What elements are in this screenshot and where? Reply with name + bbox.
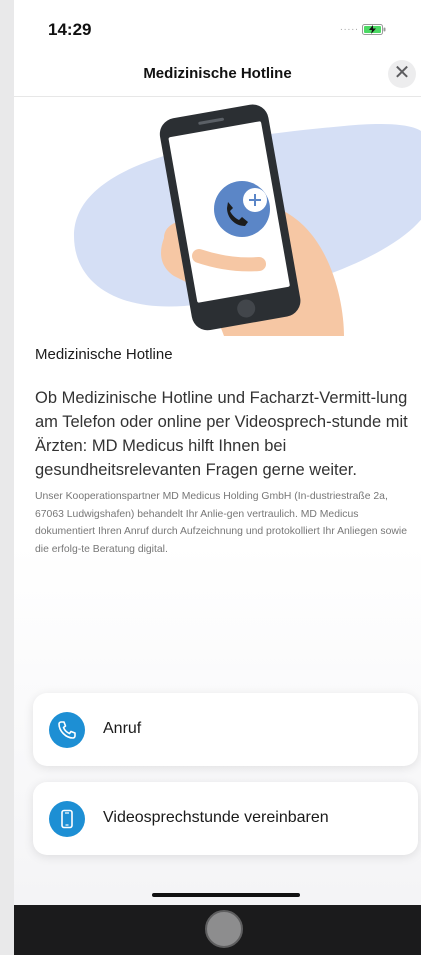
hotline-illustration [74, 104, 421, 336]
video-consultation-label: Videosprechstunde vereinbaren [103, 809, 329, 826]
close-button[interactable]: ✕ [388, 60, 416, 88]
home-indicator [152, 893, 300, 897]
status-bar: 14:29 ..... [14, 0, 421, 46]
app-screen: 14:29 ..... Medizinische Hotline ✕ Mediz… [14, 0, 421, 905]
home-button[interactable] [205, 910, 243, 948]
content-title: Medizinische Hotline [35, 346, 173, 363]
status-time: 14:29 [48, 20, 92, 39]
device-frame: 14:29 ..... Medizinische Hotline ✕ Mediz… [14, 0, 421, 955]
close-icon: ✕ [393, 62, 411, 84]
navigation-header: Medizinische Hotline ✕ [14, 46, 421, 97]
content-description: Ob Medizinische Hotline und Facharzt-Ver… [35, 389, 408, 479]
privacy-notice: Unser Kooperationspartner MD Medicus Hol… [35, 491, 407, 555]
page-title: Medizinische Hotline [143, 65, 292, 82]
signal-icon: ..... [340, 22, 359, 33]
smartphone-icon [49, 801, 85, 837]
call-button-label: Anruf [103, 720, 142, 737]
call-button[interactable]: Anruf [33, 693, 418, 766]
phone-icon [49, 712, 85, 748]
battery-charging-icon [362, 24, 386, 35]
video-consultation-button[interactable]: Videosprechstunde vereinbaren [33, 782, 418, 855]
